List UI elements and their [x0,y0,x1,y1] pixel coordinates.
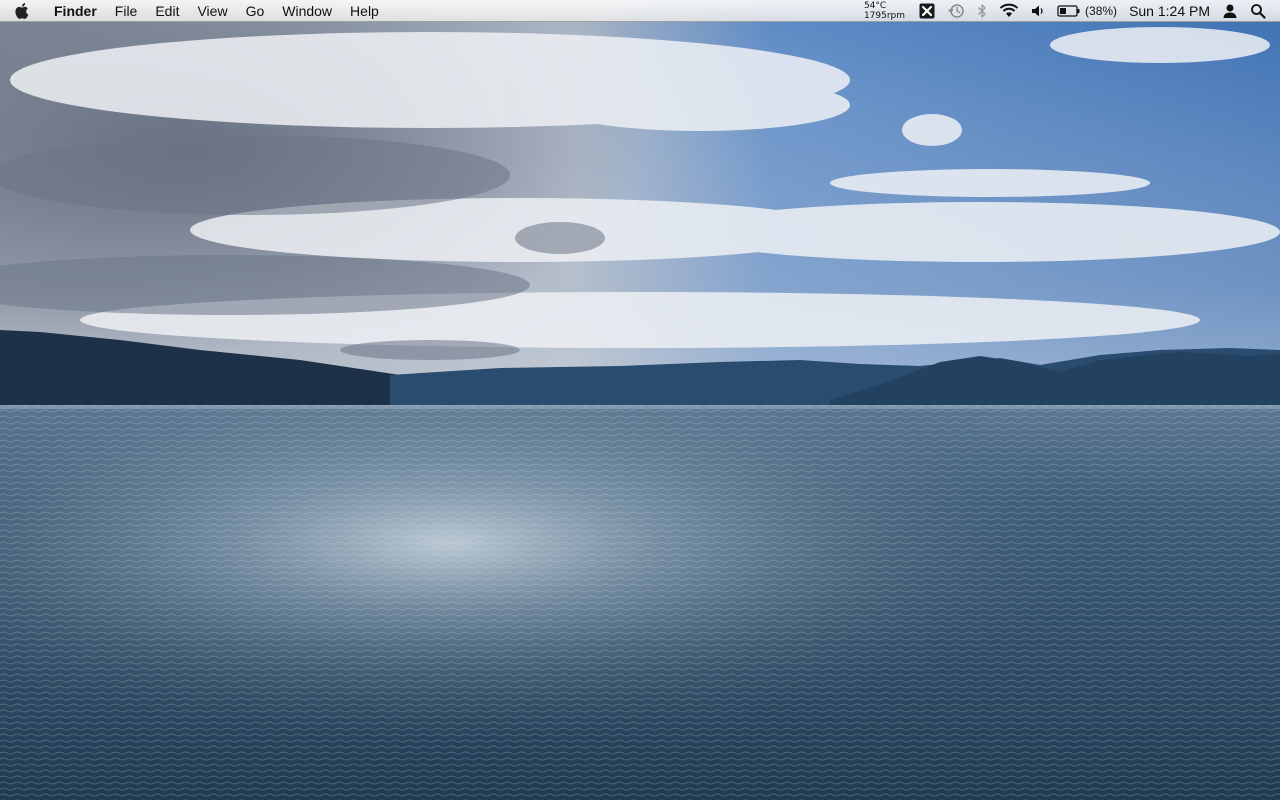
menu-bar-left: Finder File Edit View Go Window Help [0,0,388,22]
menu-help[interactable]: Help [341,0,388,22]
magnifier-icon [1250,3,1266,19]
menu-bar: Finder File Edit View Go Window Help 54°… [0,0,1280,22]
desktop-wallpaper [0,0,1280,800]
menu-bar-extras: 54°C 1795rpm (38%) Sun 1:24 PM [856,0,1280,22]
temperature-fan-widget[interactable]: 54°C 1795rpm [856,1,913,21]
apple-logo-icon [15,2,29,19]
user-icon [1222,3,1238,19]
fan-speed-readout: 1795rpm [863,10,906,21]
app-menu-finder[interactable]: Finder [44,0,106,22]
desktop[interactable]: Finder File Edit View Go Window Help 54°… [0,0,1280,800]
user-menu-extra[interactable] [1216,0,1244,22]
spotlight-menu-extra[interactable] [1244,0,1272,22]
wifi-icon [999,3,1019,19]
bluetooth-icon [977,3,987,19]
menu-view[interactable]: View [188,0,236,22]
clock-menu-extra[interactable]: Sun 1:24 PM [1123,0,1216,22]
wifi-menu-extra[interactable] [993,0,1025,22]
x-box-icon [919,3,935,19]
volume-menu-extra[interactable] [1025,0,1051,22]
menu-file[interactable]: File [106,0,147,22]
menu-go[interactable]: Go [237,0,274,22]
menu-window[interactable]: Window [273,0,341,22]
time-machine-menu-extra[interactable] [941,0,971,22]
battery-fill [1060,7,1067,14]
battery-icon [1057,4,1081,18]
bluetooth-menu-extra[interactable] [971,0,993,22]
menu-edit[interactable]: Edit [146,0,188,22]
temperature-readout: 54°C [863,0,887,11]
speaker-icon [1031,3,1045,19]
time-machine-icon [947,3,965,19]
x-app-menu-extra[interactable] [913,0,941,22]
battery-percent: (38%) [1085,3,1118,18]
apple-menu-button[interactable] [0,0,44,22]
battery-menu-extra[interactable]: (38%) [1051,0,1123,22]
